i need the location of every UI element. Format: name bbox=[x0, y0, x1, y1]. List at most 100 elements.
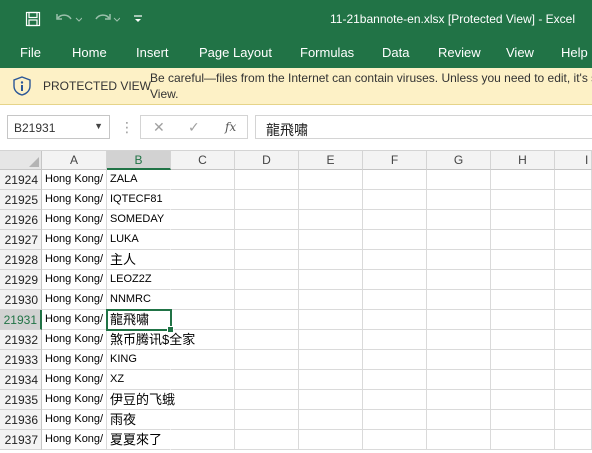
cell-a[interactable]: Hong Kong/ bbox=[42, 250, 107, 270]
cell-b[interactable]: 主人 bbox=[107, 250, 171, 270]
tab-view[interactable]: View bbox=[506, 38, 534, 68]
column-header-g[interactable]: G bbox=[427, 151, 491, 170]
cell-a[interactable]: Hong Kong/ bbox=[42, 210, 107, 230]
empty-cell[interactable] bbox=[171, 310, 235, 330]
empty-cell[interactable] bbox=[491, 250, 555, 270]
row-header[interactable]: 21926 bbox=[0, 210, 42, 230]
empty-cell[interactable] bbox=[491, 330, 555, 350]
empty-cell[interactable] bbox=[491, 170, 555, 190]
name-box[interactable]: B21931 ▼ bbox=[7, 115, 110, 139]
empty-cell[interactable] bbox=[491, 410, 555, 430]
empty-cell[interactable] bbox=[555, 290, 592, 310]
save-icon[interactable] bbox=[20, 0, 46, 38]
tab-formulas[interactable]: Formulas bbox=[300, 38, 354, 68]
empty-cell[interactable] bbox=[555, 170, 592, 190]
empty-cell[interactable] bbox=[171, 430, 235, 450]
empty-cell[interactable] bbox=[427, 290, 491, 310]
empty-cell[interactable] bbox=[171, 170, 235, 190]
cell-a[interactable]: Hong Kong/ bbox=[42, 310, 107, 330]
empty-cell[interactable] bbox=[363, 270, 427, 290]
empty-cell[interactable] bbox=[491, 190, 555, 210]
empty-cell[interactable] bbox=[235, 250, 299, 270]
row-header[interactable]: 21930 bbox=[0, 290, 42, 310]
empty-cell[interactable] bbox=[299, 370, 363, 390]
empty-cell[interactable] bbox=[235, 210, 299, 230]
column-header-b[interactable]: B bbox=[107, 151, 171, 170]
empty-cell[interactable] bbox=[427, 370, 491, 390]
empty-cell[interactable] bbox=[427, 170, 491, 190]
empty-cell[interactable] bbox=[171, 250, 235, 270]
row-header[interactable]: 21924 bbox=[0, 170, 42, 190]
empty-cell[interactable] bbox=[171, 410, 235, 430]
redo-icon[interactable] bbox=[90, 0, 122, 38]
empty-cell[interactable] bbox=[171, 230, 235, 250]
empty-cell[interactable] bbox=[171, 370, 235, 390]
empty-cell[interactable] bbox=[299, 250, 363, 270]
formula-input[interactable]: 龍飛嘯 bbox=[255, 115, 592, 139]
row-header[interactable]: 21925 bbox=[0, 190, 42, 210]
cell-a[interactable]: Hong Kong/ bbox=[42, 430, 107, 450]
empty-cell[interactable] bbox=[491, 430, 555, 450]
empty-cell[interactable] bbox=[171, 390, 235, 410]
cell-b[interactable]: 龍飛嘯 bbox=[107, 310, 171, 330]
empty-cell[interactable] bbox=[363, 230, 427, 250]
select-all-button[interactable] bbox=[0, 151, 42, 170]
empty-cell[interactable] bbox=[363, 410, 427, 430]
column-header-a[interactable]: A bbox=[42, 151, 107, 170]
empty-cell[interactable] bbox=[171, 190, 235, 210]
empty-cell[interactable] bbox=[299, 290, 363, 310]
column-header-e[interactable]: E bbox=[299, 151, 363, 170]
row-header[interactable]: 21936 bbox=[0, 410, 42, 430]
cell-a[interactable]: Hong Kong/ bbox=[42, 190, 107, 210]
empty-cell[interactable] bbox=[235, 190, 299, 210]
empty-cell[interactable] bbox=[363, 250, 427, 270]
empty-cell[interactable] bbox=[235, 350, 299, 370]
empty-cell[interactable] bbox=[299, 270, 363, 290]
empty-cell[interactable] bbox=[363, 190, 427, 210]
cell-a[interactable]: Hong Kong/ bbox=[42, 170, 107, 190]
row-header[interactable]: 21933 bbox=[0, 350, 42, 370]
empty-cell[interactable] bbox=[555, 390, 592, 410]
empty-cell[interactable] bbox=[235, 270, 299, 290]
empty-cell[interactable] bbox=[555, 370, 592, 390]
column-header-h[interactable]: H bbox=[491, 151, 555, 170]
column-header-c[interactable]: C bbox=[171, 151, 235, 170]
cell-b[interactable]: 雨夜 bbox=[107, 410, 171, 430]
cell-b[interactable]: IQTECF81 bbox=[107, 190, 171, 210]
empty-cell[interactable] bbox=[427, 310, 491, 330]
empty-cell[interactable] bbox=[235, 430, 299, 450]
empty-cell[interactable] bbox=[235, 230, 299, 250]
tab-data[interactable]: Data bbox=[382, 38, 409, 68]
cell-b[interactable]: 伊豆的飞蛾 bbox=[107, 390, 175, 410]
empty-cell[interactable] bbox=[427, 350, 491, 370]
cancel-icon[interactable]: ✕ bbox=[153, 119, 165, 136]
empty-cell[interactable] bbox=[427, 230, 491, 250]
empty-cell[interactable] bbox=[235, 290, 299, 310]
cell-a[interactable]: Hong Kong/ bbox=[42, 290, 107, 310]
tab-insert[interactable]: Insert bbox=[136, 38, 169, 68]
column-header-i[interactable]: I bbox=[555, 151, 592, 170]
cell-b[interactable]: LEOZ2Z bbox=[107, 270, 171, 290]
empty-cell[interactable] bbox=[299, 310, 363, 330]
tab-page-layout[interactable]: Page Layout bbox=[199, 38, 272, 68]
empty-cell[interactable] bbox=[299, 230, 363, 250]
cell-a[interactable]: Hong Kong/ bbox=[42, 350, 107, 370]
tab-file[interactable]: File bbox=[20, 38, 41, 68]
empty-cell[interactable] bbox=[427, 430, 491, 450]
row-header[interactable]: 21929 bbox=[0, 270, 42, 290]
empty-cell[interactable] bbox=[171, 290, 235, 310]
empty-cell[interactable] bbox=[427, 210, 491, 230]
empty-cell[interactable] bbox=[235, 310, 299, 330]
cell-a[interactable]: Hong Kong/ bbox=[42, 270, 107, 290]
empty-cell[interactable] bbox=[491, 210, 555, 230]
empty-cell[interactable] bbox=[555, 410, 592, 430]
empty-cell[interactable] bbox=[171, 210, 235, 230]
empty-cell[interactable] bbox=[235, 370, 299, 390]
cell-b[interactable]: LUKA bbox=[107, 230, 171, 250]
empty-cell[interactable] bbox=[555, 230, 592, 250]
cell-b[interactable]: SOMEDAY bbox=[107, 210, 171, 230]
empty-cell[interactable] bbox=[299, 210, 363, 230]
empty-cell[interactable] bbox=[555, 190, 592, 210]
empty-cell[interactable] bbox=[235, 410, 299, 430]
empty-cell[interactable] bbox=[427, 410, 491, 430]
